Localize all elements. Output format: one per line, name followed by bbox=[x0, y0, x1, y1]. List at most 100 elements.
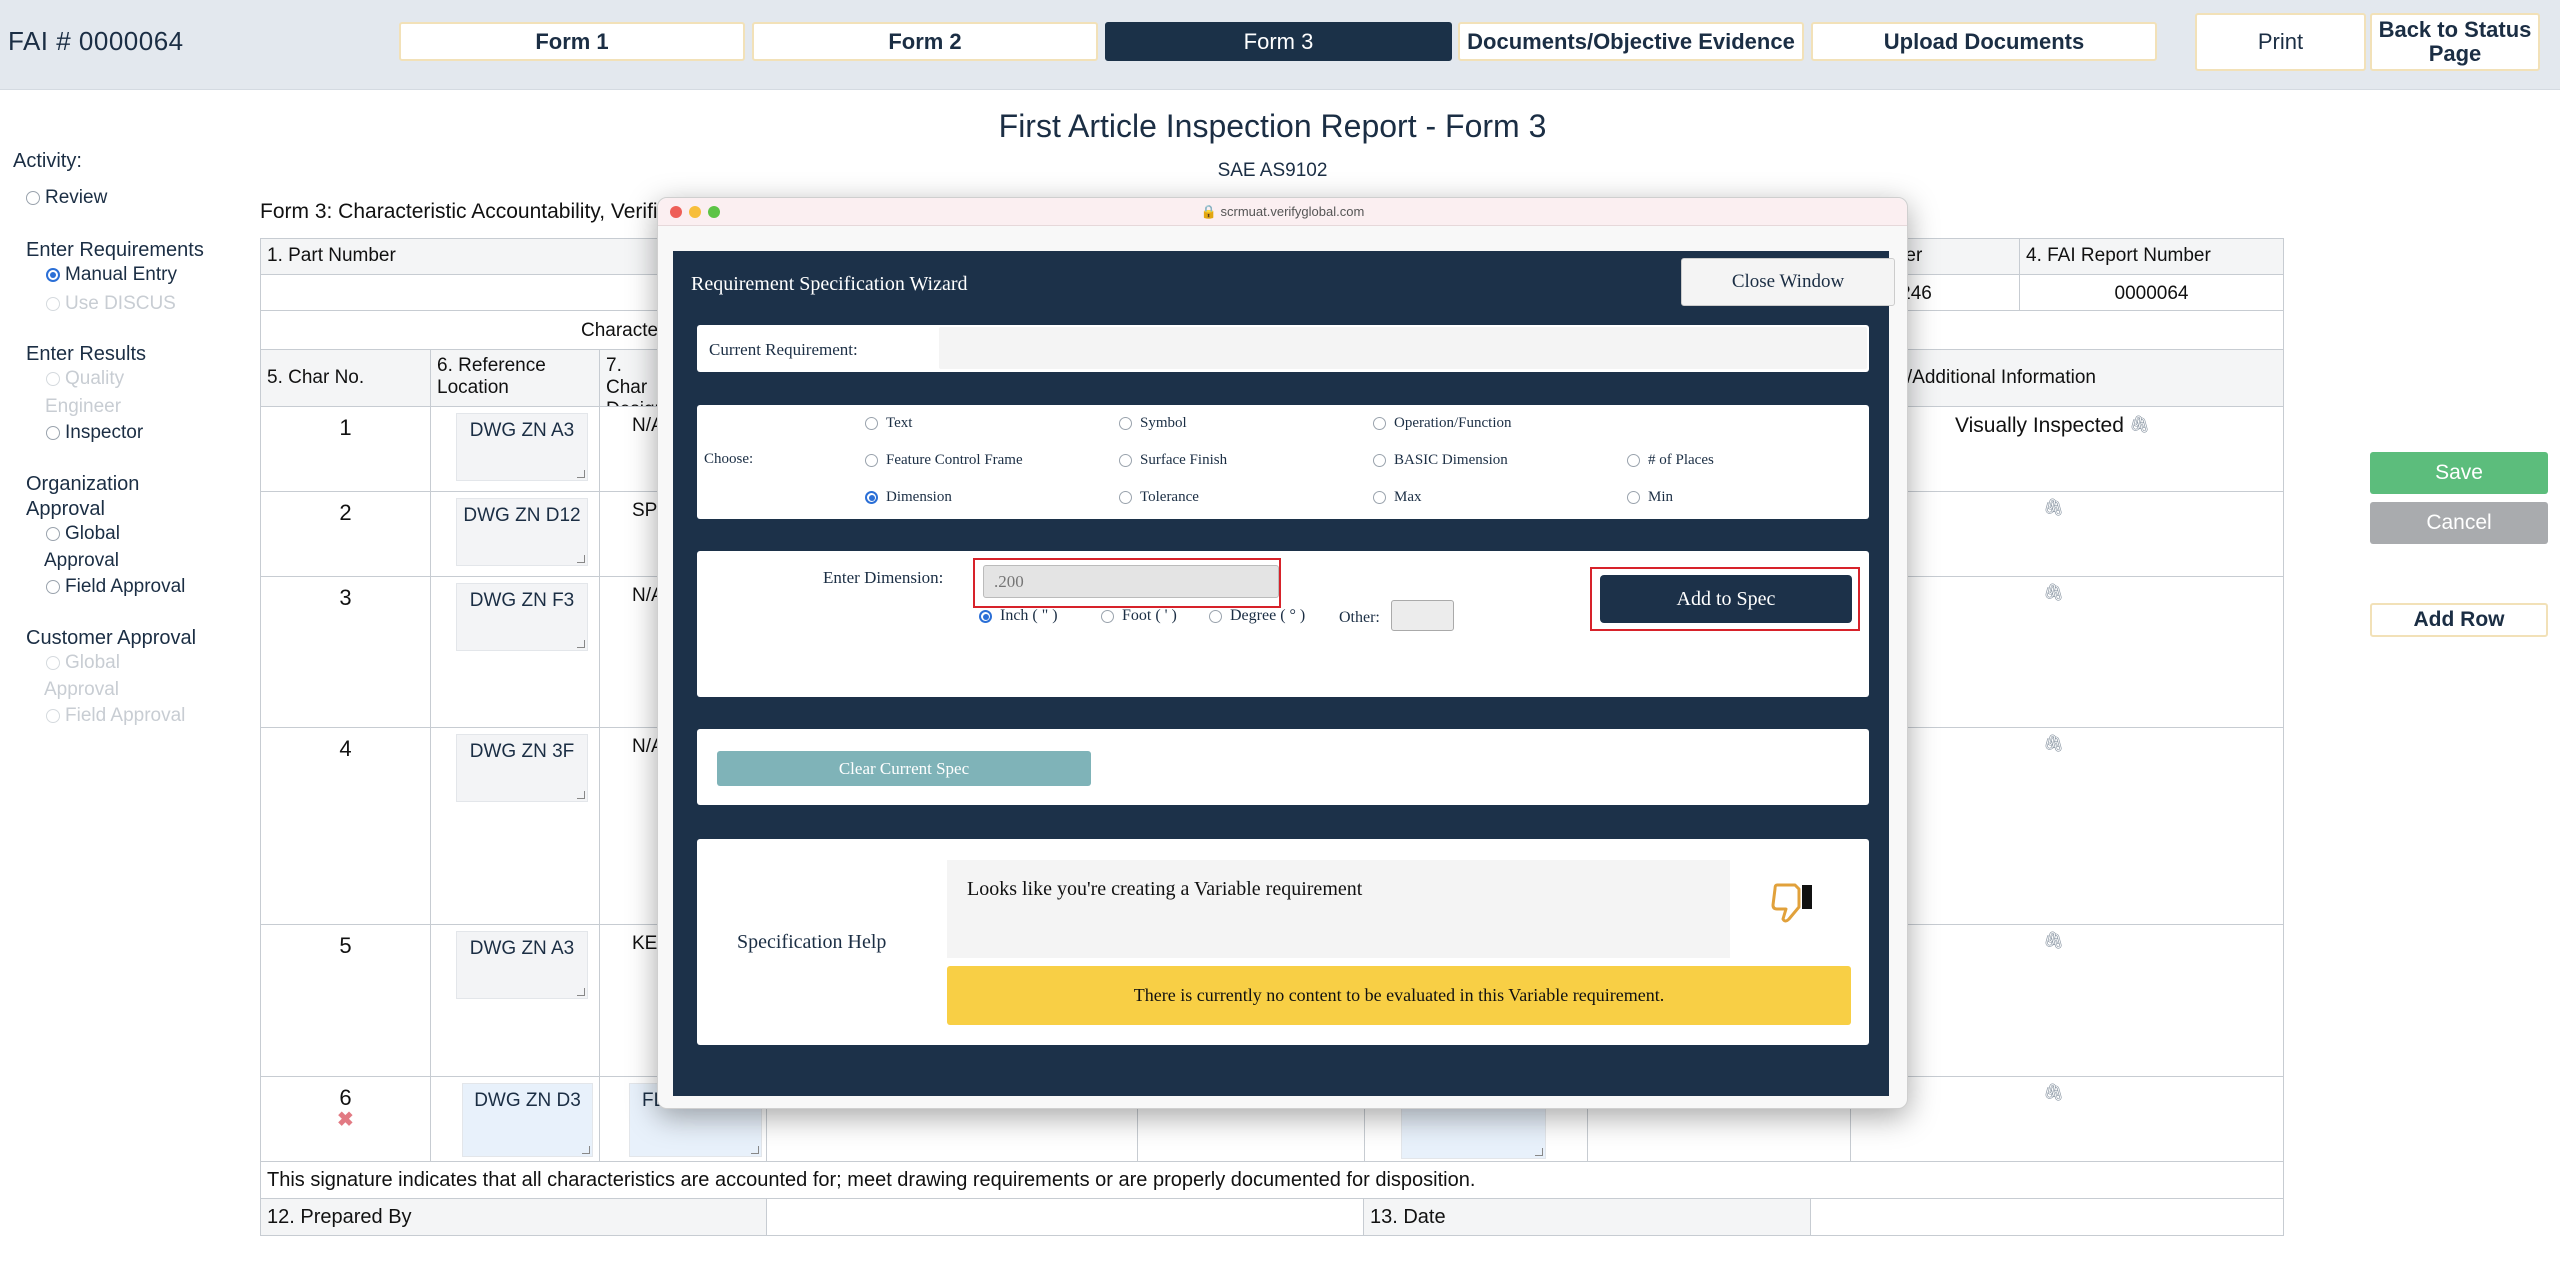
paperclip-icon[interactable]: 🖇 bbox=[2043, 931, 2065, 951]
radio-icon[interactable] bbox=[46, 580, 60, 594]
radio-icon[interactable] bbox=[1627, 491, 1640, 504]
option-places-label: # of Places bbox=[1648, 452, 1714, 468]
save-button[interactable]: Save bbox=[2370, 452, 2548, 494]
table-row: 2 bbox=[260, 491, 431, 577]
radio-icon[interactable] bbox=[1119, 454, 1132, 467]
ref-location-input[interactable]: DWG ZN D12 bbox=[456, 498, 588, 566]
prepared-by-value[interactable] bbox=[766, 1198, 1364, 1236]
customer-approval-title: Customer Approval bbox=[26, 627, 197, 649]
current-requirement-panel: Current Requirement: bbox=[697, 325, 1869, 372]
print-button[interactable]: Print bbox=[2195, 13, 2366, 71]
radio-icon[interactable] bbox=[1373, 417, 1386, 430]
radio-icon[interactable] bbox=[46, 297, 60, 311]
char-designator[interactable]: KE bbox=[632, 933, 657, 955]
use-discus-option[interactable]: Use DISCUS bbox=[46, 293, 176, 315]
table-row: 5 bbox=[260, 924, 431, 1077]
radio-icon[interactable] bbox=[1101, 609, 1114, 623]
back-to-status-button[interactable]: Back to Status Page bbox=[2370, 13, 2540, 71]
signature-note: This signature indicates that all charac… bbox=[267, 1169, 1476, 1191]
radio-icon[interactable] bbox=[1209, 609, 1222, 623]
date-value[interactable] bbox=[1810, 1198, 2284, 1236]
option-surface-finish[interactable]: Surface Finish bbox=[1119, 452, 1227, 469]
radio-icon[interactable] bbox=[1627, 454, 1640, 467]
dimension-input-highlight bbox=[973, 558, 1281, 608]
option-dimension[interactable]: Dimension bbox=[865, 489, 952, 506]
ref-location-input[interactable]: DWG ZN F3 bbox=[456, 583, 588, 651]
other-unit-input[interactable] bbox=[1391, 600, 1454, 631]
paperclip-icon[interactable]: 🖇 bbox=[2043, 1083, 2065, 1103]
help-message-box: Looks like you're creating a Variable re… bbox=[947, 860, 1730, 958]
delete-row-icon[interactable]: ✖ bbox=[337, 1107, 354, 1132]
unit-foot-option[interactable]: Foot ( ' ) bbox=[1101, 607, 1177, 625]
col-char-no: 5. Char No. bbox=[260, 349, 431, 407]
org-field-label: Field Approval bbox=[65, 576, 186, 597]
tab-form-2[interactable]: Form 2 bbox=[752, 22, 1098, 61]
org-global-approval-option[interactable]: Global bbox=[46, 523, 120, 545]
radio-selected-icon[interactable] bbox=[865, 491, 878, 504]
radio-icon[interactable] bbox=[46, 426, 60, 440]
ref-location-input[interactable]: DWG ZN 3F bbox=[456, 734, 588, 802]
org-global-label-line2: Approval bbox=[44, 550, 119, 571]
option-basic-dimension[interactable]: BASIC Dimension bbox=[1373, 452, 1508, 469]
radio-selected-icon[interactable] bbox=[46, 268, 60, 282]
ref-location-input[interactable]: DWG ZN A3 bbox=[456, 931, 588, 999]
col-char-line1: 7. Char bbox=[606, 355, 648, 398]
radio-icon[interactable] bbox=[1373, 491, 1386, 504]
activity-review-label: Review bbox=[45, 187, 108, 208]
activity-review-option[interactable]: Review bbox=[26, 187, 107, 209]
option-operation-function[interactable]: Operation/Function bbox=[1373, 415, 1511, 432]
option-number-of-places[interactable]: # of Places bbox=[1627, 452, 1714, 469]
radio-icon[interactable] bbox=[865, 454, 878, 467]
cust-global-label: Global bbox=[65, 652, 120, 673]
option-max[interactable]: Max bbox=[1373, 489, 1422, 506]
enter-dimension-label: Enter Dimension: bbox=[823, 568, 944, 587]
option-tolerance[interactable]: Tolerance bbox=[1119, 489, 1199, 506]
paperclip-icon[interactable]: 🖇 bbox=[2043, 583, 2065, 603]
paperclip-icon[interactable]: 🖇 bbox=[2043, 498, 2065, 518]
option-symbol[interactable]: Symbol bbox=[1119, 415, 1187, 432]
fai-report-value: 0000064 bbox=[2114, 283, 2189, 304]
org-field-approval-option[interactable]: Field Approval bbox=[46, 576, 185, 598]
radio-icon[interactable] bbox=[46, 372, 60, 386]
ref-location-input[interactable]: DWG ZN D3 bbox=[462, 1083, 593, 1157]
clear-current-spec-button[interactable]: Clear Current Spec bbox=[717, 751, 1091, 786]
paperclip-icon[interactable]: 🖇 bbox=[2129, 415, 2151, 435]
tab-form-1[interactable]: Form 1 bbox=[399, 22, 745, 61]
radio-icon[interactable] bbox=[26, 191, 40, 205]
radio-icon[interactable] bbox=[1373, 454, 1386, 467]
option-max-label: Max bbox=[1394, 489, 1422, 505]
paperclip-icon[interactable]: 🖇 bbox=[2043, 734, 2065, 754]
quality-engineer-option[interactable]: Quality bbox=[46, 368, 124, 390]
char-designator[interactable]: SP bbox=[632, 500, 657, 522]
inspector-option[interactable]: Inspector bbox=[46, 422, 143, 444]
tab-upload-documents[interactable]: Upload Documents bbox=[1811, 22, 2157, 61]
option-feature-control-frame[interactable]: Feature Control Frame bbox=[865, 452, 1023, 469]
ref-location-cell: DWG ZN A3 bbox=[430, 406, 600, 492]
radio-icon[interactable] bbox=[46, 527, 60, 541]
cancel-button[interactable]: Cancel bbox=[2370, 502, 2548, 544]
signature-note-row: This signature indicates that all charac… bbox=[260, 1161, 2284, 1199]
add-row-button[interactable]: Add Row bbox=[2370, 603, 2548, 637]
ref-location-input[interactable]: DWG ZN A3 bbox=[456, 413, 588, 481]
tab-form-3[interactable]: Form 3 bbox=[1105, 22, 1452, 61]
col-reference-location: 6. Reference Location bbox=[430, 349, 600, 407]
window-url: 🔒 scrmuat.verifyglobal.com bbox=[658, 204, 1907, 220]
cust-global-approval-option[interactable]: Global bbox=[46, 652, 120, 674]
radio-icon[interactable] bbox=[1119, 417, 1132, 430]
option-text[interactable]: Text bbox=[865, 415, 912, 432]
radio-icon[interactable] bbox=[46, 656, 60, 670]
char-no: 5 bbox=[339, 933, 352, 958]
unit-inch-option[interactable]: Inch ( " ) bbox=[979, 607, 1058, 625]
enter-results-title: Enter Results bbox=[26, 343, 147, 365]
radio-icon[interactable] bbox=[46, 709, 60, 723]
option-min[interactable]: Min bbox=[1627, 489, 1673, 506]
radio-icon[interactable] bbox=[1119, 491, 1132, 504]
radio-selected-icon[interactable] bbox=[979, 609, 992, 623]
close-window-button[interactable]: Close Window bbox=[1681, 258, 1895, 306]
radio-icon[interactable] bbox=[865, 417, 878, 430]
cust-field-approval-option[interactable]: Field Approval bbox=[46, 705, 185, 727]
cust-field-label: Field Approval bbox=[65, 705, 186, 726]
manual-entry-option[interactable]: Manual Entry bbox=[46, 264, 177, 286]
tab-documents-objective-evidence[interactable]: Documents/Objective Evidence bbox=[1458, 22, 1804, 61]
unit-degree-option[interactable]: Degree ( ° ) bbox=[1209, 607, 1305, 625]
